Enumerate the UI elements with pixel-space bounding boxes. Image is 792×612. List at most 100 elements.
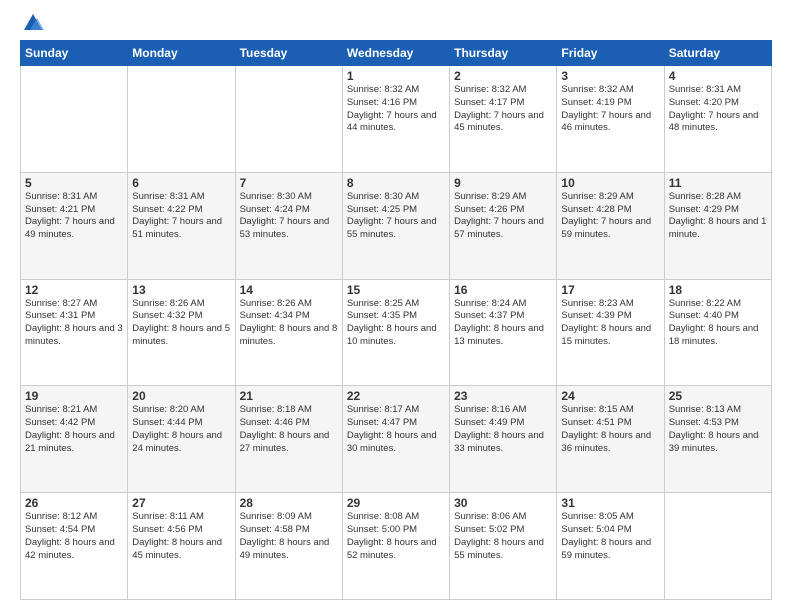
day-number: 3 — [561, 69, 659, 83]
day-info: Sunrise: 8:30 AM Sunset: 4:25 PM Dayligh… — [347, 191, 445, 242]
day-number: 25 — [669, 389, 767, 403]
day-cell: 12Sunrise: 8:27 AM Sunset: 4:31 PM Dayli… — [21, 279, 128, 386]
day-info: Sunrise: 8:26 AM Sunset: 4:34 PM Dayligh… — [240, 298, 338, 349]
day-info: Sunrise: 8:23 AM Sunset: 4:39 PM Dayligh… — [561, 298, 659, 349]
day-cell: 29Sunrise: 8:08 AM Sunset: 5:00 PM Dayli… — [342, 493, 449, 600]
day-info: Sunrise: 8:32 AM Sunset: 4:17 PM Dayligh… — [454, 84, 552, 135]
day-cell: 22Sunrise: 8:17 AM Sunset: 4:47 PM Dayli… — [342, 386, 449, 493]
weekday-header-friday: Friday — [557, 41, 664, 66]
weekday-header-sunday: Sunday — [21, 41, 128, 66]
day-number: 11 — [669, 176, 767, 190]
day-info: Sunrise: 8:31 AM Sunset: 4:21 PM Dayligh… — [25, 191, 123, 242]
calendar: SundayMondayTuesdayWednesdayThursdayFrid… — [20, 40, 772, 600]
day-number: 15 — [347, 283, 445, 297]
day-cell: 3Sunrise: 8:32 AM Sunset: 4:19 PM Daylig… — [557, 66, 664, 173]
day-number: 7 — [240, 176, 338, 190]
weekday-header-saturday: Saturday — [664, 41, 771, 66]
day-cell: 6Sunrise: 8:31 AM Sunset: 4:22 PM Daylig… — [128, 172, 235, 279]
day-cell: 4Sunrise: 8:31 AM Sunset: 4:20 PM Daylig… — [664, 66, 771, 173]
day-number: 16 — [454, 283, 552, 297]
day-info: Sunrise: 8:11 AM Sunset: 4:56 PM Dayligh… — [132, 511, 230, 562]
day-cell: 1Sunrise: 8:32 AM Sunset: 4:16 PM Daylig… — [342, 66, 449, 173]
day-info: Sunrise: 8:32 AM Sunset: 4:16 PM Dayligh… — [347, 84, 445, 135]
day-number: 9 — [454, 176, 552, 190]
day-info: Sunrise: 8:22 AM Sunset: 4:40 PM Dayligh… — [669, 298, 767, 349]
day-info: Sunrise: 8:12 AM Sunset: 4:54 PM Dayligh… — [25, 511, 123, 562]
day-cell — [21, 66, 128, 173]
day-info: Sunrise: 8:08 AM Sunset: 5:00 PM Dayligh… — [347, 511, 445, 562]
day-number: 21 — [240, 389, 338, 403]
day-number: 23 — [454, 389, 552, 403]
page: SundayMondayTuesdayWednesdayThursdayFrid… — [0, 0, 792, 612]
day-cell: 25Sunrise: 8:13 AM Sunset: 4:53 PM Dayli… — [664, 386, 771, 493]
day-number: 2 — [454, 69, 552, 83]
day-number: 18 — [669, 283, 767, 297]
day-cell: 14Sunrise: 8:26 AM Sunset: 4:34 PM Dayli… — [235, 279, 342, 386]
day-info: Sunrise: 8:28 AM Sunset: 4:29 PM Dayligh… — [669, 191, 767, 242]
day-number: 4 — [669, 69, 767, 83]
day-number: 27 — [132, 496, 230, 510]
day-number: 8 — [347, 176, 445, 190]
day-number: 22 — [347, 389, 445, 403]
week-row-4: 19Sunrise: 8:21 AM Sunset: 4:42 PM Dayli… — [21, 386, 772, 493]
day-cell: 18Sunrise: 8:22 AM Sunset: 4:40 PM Dayli… — [664, 279, 771, 386]
day-cell: 5Sunrise: 8:31 AM Sunset: 4:21 PM Daylig… — [21, 172, 128, 279]
day-info: Sunrise: 8:26 AM Sunset: 4:32 PM Dayligh… — [132, 298, 230, 349]
day-info: Sunrise: 8:29 AM Sunset: 4:28 PM Dayligh… — [561, 191, 659, 242]
day-info: Sunrise: 8:32 AM Sunset: 4:19 PM Dayligh… — [561, 84, 659, 135]
calendar-body: 1Sunrise: 8:32 AM Sunset: 4:16 PM Daylig… — [21, 66, 772, 600]
weekday-header-wednesday: Wednesday — [342, 41, 449, 66]
day-number: 12 — [25, 283, 123, 297]
day-number: 10 — [561, 176, 659, 190]
week-row-3: 12Sunrise: 8:27 AM Sunset: 4:31 PM Dayli… — [21, 279, 772, 386]
day-info: Sunrise: 8:16 AM Sunset: 4:49 PM Dayligh… — [454, 404, 552, 455]
day-number: 31 — [561, 496, 659, 510]
weekday-header-monday: Monday — [128, 41, 235, 66]
day-info: Sunrise: 8:05 AM Sunset: 5:04 PM Dayligh… — [561, 511, 659, 562]
day-info: Sunrise: 8:31 AM Sunset: 4:20 PM Dayligh… — [669, 84, 767, 135]
day-info: Sunrise: 8:25 AM Sunset: 4:35 PM Dayligh… — [347, 298, 445, 349]
day-number: 28 — [240, 496, 338, 510]
day-info: Sunrise: 8:24 AM Sunset: 4:37 PM Dayligh… — [454, 298, 552, 349]
weekday-row: SundayMondayTuesdayWednesdayThursdayFrid… — [21, 41, 772, 66]
weekday-header-tuesday: Tuesday — [235, 41, 342, 66]
week-row-1: 1Sunrise: 8:32 AM Sunset: 4:16 PM Daylig… — [21, 66, 772, 173]
week-row-5: 26Sunrise: 8:12 AM Sunset: 4:54 PM Dayli… — [21, 493, 772, 600]
day-info: Sunrise: 8:31 AM Sunset: 4:22 PM Dayligh… — [132, 191, 230, 242]
day-cell: 16Sunrise: 8:24 AM Sunset: 4:37 PM Dayli… — [450, 279, 557, 386]
day-cell — [235, 66, 342, 173]
header — [20, 16, 772, 30]
day-info: Sunrise: 8:17 AM Sunset: 4:47 PM Dayligh… — [347, 404, 445, 455]
day-number: 19 — [25, 389, 123, 403]
day-cell: 28Sunrise: 8:09 AM Sunset: 4:58 PM Dayli… — [235, 493, 342, 600]
day-cell: 27Sunrise: 8:11 AM Sunset: 4:56 PM Dayli… — [128, 493, 235, 600]
day-cell — [128, 66, 235, 173]
day-cell: 10Sunrise: 8:29 AM Sunset: 4:28 PM Dayli… — [557, 172, 664, 279]
day-info: Sunrise: 8:20 AM Sunset: 4:44 PM Dayligh… — [132, 404, 230, 455]
week-row-2: 5Sunrise: 8:31 AM Sunset: 4:21 PM Daylig… — [21, 172, 772, 279]
day-number: 6 — [132, 176, 230, 190]
day-cell: 2Sunrise: 8:32 AM Sunset: 4:17 PM Daylig… — [450, 66, 557, 173]
day-info: Sunrise: 8:09 AM Sunset: 4:58 PM Dayligh… — [240, 511, 338, 562]
day-cell: 17Sunrise: 8:23 AM Sunset: 4:39 PM Dayli… — [557, 279, 664, 386]
day-info: Sunrise: 8:06 AM Sunset: 5:02 PM Dayligh… — [454, 511, 552, 562]
day-cell: 8Sunrise: 8:30 AM Sunset: 4:25 PM Daylig… — [342, 172, 449, 279]
day-number: 30 — [454, 496, 552, 510]
day-cell — [664, 493, 771, 600]
weekday-header-thursday: Thursday — [450, 41, 557, 66]
day-cell: 20Sunrise: 8:20 AM Sunset: 4:44 PM Dayli… — [128, 386, 235, 493]
day-number: 1 — [347, 69, 445, 83]
day-info: Sunrise: 8:27 AM Sunset: 4:31 PM Dayligh… — [25, 298, 123, 349]
day-number: 17 — [561, 283, 659, 297]
day-number: 29 — [347, 496, 445, 510]
day-number: 24 — [561, 389, 659, 403]
day-cell: 30Sunrise: 8:06 AM Sunset: 5:02 PM Dayli… — [450, 493, 557, 600]
day-cell: 7Sunrise: 8:30 AM Sunset: 4:24 PM Daylig… — [235, 172, 342, 279]
day-number: 5 — [25, 176, 123, 190]
logo — [20, 16, 44, 30]
day-cell: 11Sunrise: 8:28 AM Sunset: 4:29 PM Dayli… — [664, 172, 771, 279]
day-info: Sunrise: 8:21 AM Sunset: 4:42 PM Dayligh… — [25, 404, 123, 455]
day-number: 20 — [132, 389, 230, 403]
day-cell: 15Sunrise: 8:25 AM Sunset: 4:35 PM Dayli… — [342, 279, 449, 386]
day-number: 26 — [25, 496, 123, 510]
